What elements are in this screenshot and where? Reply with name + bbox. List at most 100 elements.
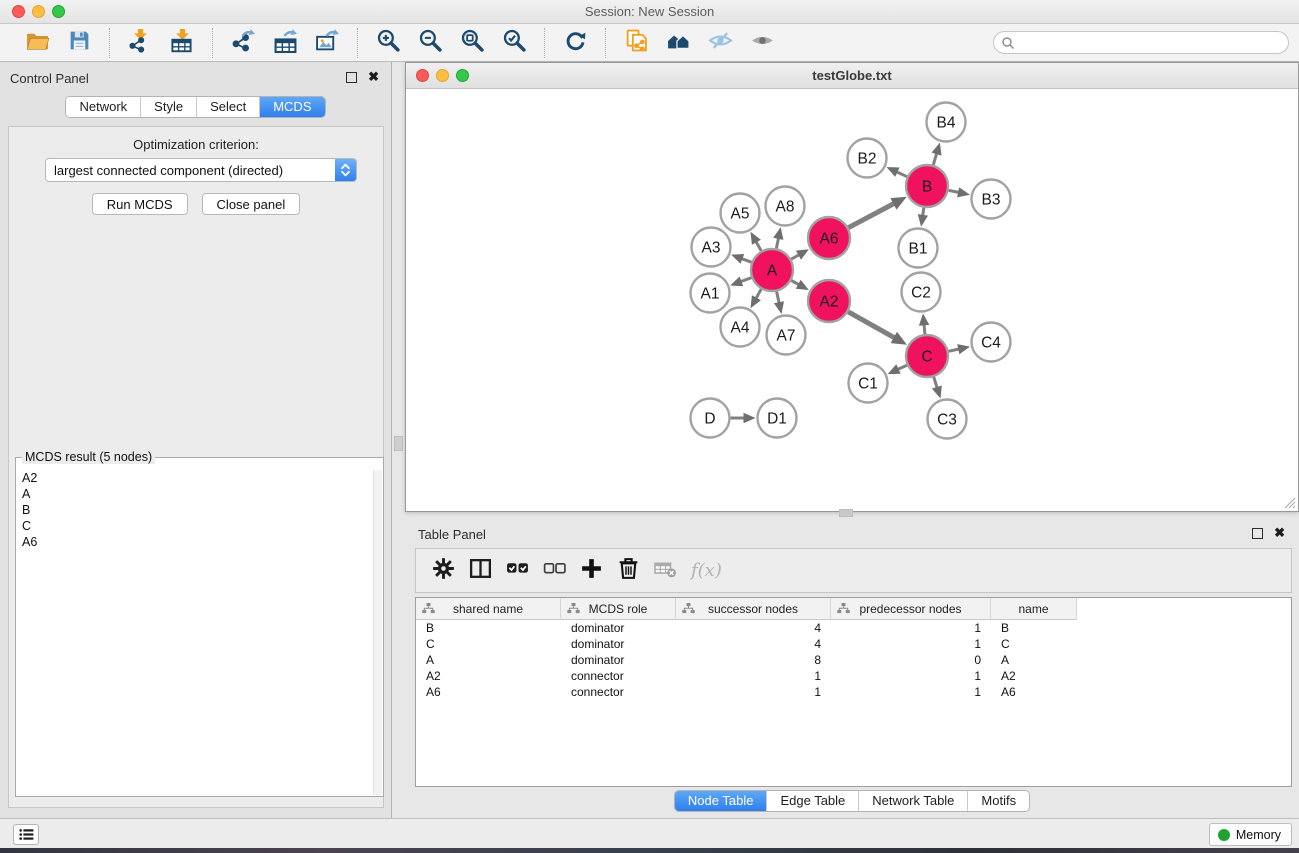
graph-node-C4[interactable]: C4 <box>972 323 1011 362</box>
table-cell: 8 <box>676 652 831 668</box>
select-all-columns-button[interactable] <box>502 556 532 586</box>
network-canvas[interactable]: B4 B2 B B3 A8A5 A6 A3 B1 A C2 A1 A2 A4A7 C4 C C1 C3 D D1 <box>406 90 1298 511</box>
graph-node-A1[interactable]: A1 <box>691 274 730 313</box>
delete-column-button[interactable] <box>613 556 643 586</box>
graph-node-D1[interactable]: D1 <box>758 399 797 438</box>
save-session-button[interactable] <box>64 28 94 58</box>
table-close-icon[interactable]: ✖ <box>1274 525 1285 541</box>
apply-layout-button[interactable] <box>560 28 590 58</box>
graph-node-C[interactable]: C <box>906 335 948 377</box>
tab-network-table[interactable]: Network Table <box>858 791 967 811</box>
export-network-button[interactable] <box>228 28 258 58</box>
tab-network[interactable]: Network <box>66 97 140 117</box>
graph-node-A5[interactable]: A5 <box>721 194 760 233</box>
hierarchy-icon <box>422 603 435 614</box>
graph-node-C1[interactable]: C1 <box>849 364 888 403</box>
toolbar-separator <box>544 28 545 58</box>
mcds-result-item[interactable]: A <box>17 486 372 502</box>
column-header-name[interactable]: name <box>991 598 1077 620</box>
graph-node-A2[interactable]: A2 <box>808 280 850 322</box>
table-cell: A6 <box>991 684 1077 700</box>
graph-node-C2[interactable]: C2 <box>902 273 941 312</box>
export-table-button[interactable] <box>270 28 300 58</box>
graph-node-A8[interactable]: A8 <box>766 187 805 226</box>
graph-node-B4[interactable]: B4 <box>927 103 966 142</box>
graph-node-A3[interactable]: A3 <box>692 228 731 267</box>
export-image-icon <box>315 28 340 58</box>
result-scrollbar[interactable] <box>373 470 382 795</box>
graph-edge-A-A7 <box>774 292 784 315</box>
graph-node-B1[interactable]: B1 <box>899 229 938 268</box>
table-float-icon[interactable] <box>1252 528 1263 539</box>
tab-mcds[interactable]: MCDS <box>259 97 324 117</box>
memory-button[interactable]: Memory <box>1209 823 1292 846</box>
tab-style[interactable]: Style <box>140 97 196 117</box>
import-network-button[interactable] <box>125 28 155 58</box>
table-cell: 4 <box>676 636 831 652</box>
zoom-selected-button[interactable] <box>499 28 529 58</box>
close-panel-icon[interactable]: ✖ <box>368 69 379 85</box>
graph-edge-B-B2 <box>887 167 908 177</box>
table-cell: B <box>416 620 561 636</box>
column-header-MCDS-role[interactable]: MCDS role <box>561 598 676 620</box>
import-table-button[interactable] <box>167 28 197 58</box>
graph-node-B3[interactable]: B3 <box>972 180 1011 219</box>
tab-select[interactable]: Select <box>196 97 259 117</box>
column-header-successor-nodes[interactable]: successor nodes <box>676 598 831 620</box>
open-file-button[interactable] <box>22 28 52 58</box>
run-mcds-button[interactable]: Run MCDS <box>92 193 188 215</box>
close-panel-button[interactable]: Close panel <box>202 193 301 215</box>
optimization-criterion-dropdown[interactable]: largest connected component (directed) <box>45 158 357 182</box>
zoom-fit-button[interactable] <box>457 28 487 58</box>
table-settings-button[interactable] <box>428 556 458 586</box>
table-row[interactable]: Adominator80A <box>416 652 1291 668</box>
zoom-out-button[interactable] <box>415 28 445 58</box>
mcds-result-item[interactable]: B <box>17 502 372 518</box>
column-header-shared-name[interactable]: shared name <box>416 598 561 620</box>
table-row[interactable]: A2connector11A2 <box>416 668 1291 684</box>
resize-grip-icon[interactable] <box>1282 495 1296 509</box>
hide-selected-button[interactable] <box>705 28 735 58</box>
mcds-result-item[interactable]: A2 <box>17 470 372 486</box>
table-row[interactable]: Bdominator41B <box>416 620 1291 636</box>
mcds-result-item[interactable]: A6 <box>17 534 372 550</box>
function-builder-button: f(x) <box>687 556 726 586</box>
float-panel-icon[interactable] <box>346 72 357 83</box>
table-cell: 1 <box>831 636 991 652</box>
show-column-panel-button[interactable] <box>465 556 495 586</box>
delete-table-button <box>650 556 680 586</box>
table-row[interactable]: A6connector11A6 <box>416 684 1291 700</box>
first-neighbors-button[interactable] <box>663 28 693 58</box>
search-input[interactable] <box>1015 36 1288 50</box>
refresh-icon <box>563 28 588 58</box>
tab-edge-table[interactable]: Edge Table <box>766 791 858 811</box>
search-box[interactable] <box>993 31 1289 54</box>
graph-edge-A-A2 <box>791 280 809 290</box>
table-row[interactable]: Cdominator41C <box>416 636 1291 652</box>
column-header-predecessor-nodes[interactable]: predecessor nodes <box>831 598 991 620</box>
graph-node-C3[interactable]: C3 <box>928 400 967 439</box>
export-image-button[interactable] <box>312 28 342 58</box>
graph-node-B2[interactable]: B2 <box>848 139 887 178</box>
table-cell: A <box>991 652 1077 668</box>
first-neighbors-icon <box>666 28 691 58</box>
deselect-all-columns-button[interactable] <box>539 556 569 586</box>
vertical-splitter-handle[interactable] <box>394 436 403 451</box>
graph-node-A6[interactable]: A6 <box>808 217 850 259</box>
task-history-button[interactable] <box>13 824 39 845</box>
tab-motifs[interactable]: Motifs <box>967 791 1029 811</box>
zoom-in-button[interactable] <box>373 28 403 58</box>
mcds-result-item[interactable]: C <box>17 518 372 534</box>
graph-node-D[interactable]: D <box>691 399 730 438</box>
toolbar-separator <box>357 28 358 58</box>
create-column-button[interactable] <box>576 556 606 586</box>
horizontal-splitter-handle[interactable] <box>839 509 853 517</box>
graph-node-B[interactable]: B <box>906 165 948 207</box>
graph-node-A4[interactable]: A4 <box>721 308 760 347</box>
svg-text:B: B <box>922 179 932 196</box>
hierarchy-icon <box>567 603 580 614</box>
graph-node-A7[interactable]: A7 <box>767 316 806 355</box>
new-network-from-selection-button[interactable] <box>621 28 651 58</box>
graph-node-A[interactable]: A <box>751 249 793 291</box>
tab-node-table[interactable]: Node Table <box>675 791 767 811</box>
